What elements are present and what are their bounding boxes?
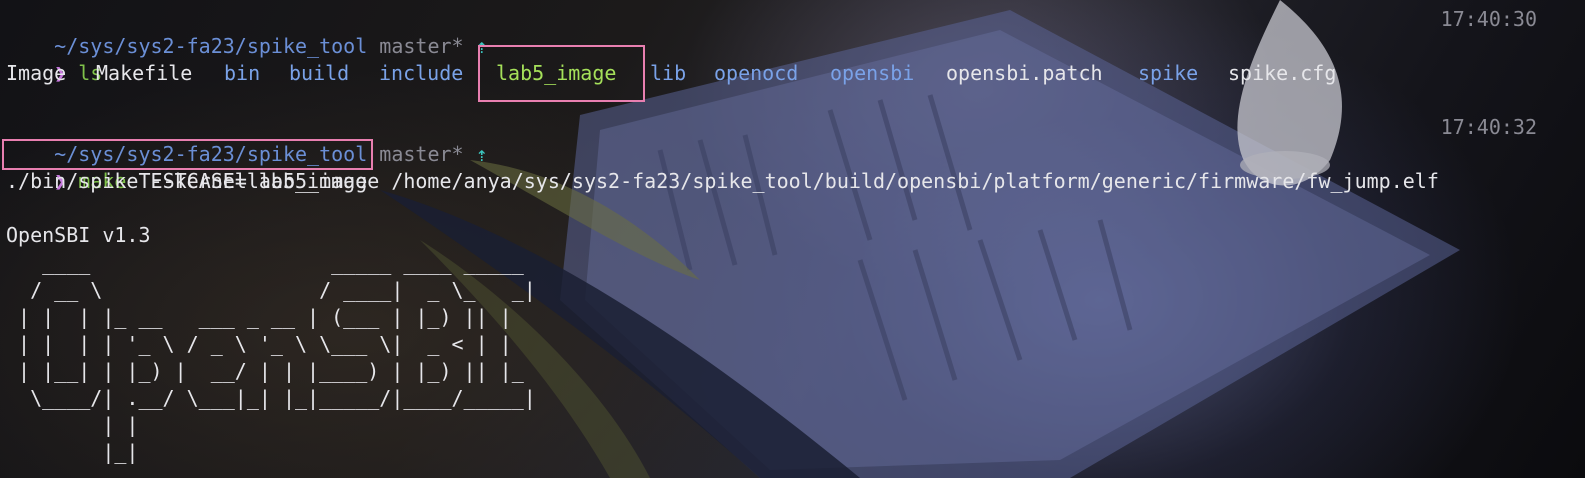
spike-run-command: ./bin/spike --kernel lab5_image /home/an… — [6, 169, 1439, 193]
prompt-header-2: ~/sys/sys2-fa23/spike_tool master* ⇡ — [6, 114, 488, 166]
list-item: include — [379, 61, 464, 85]
git-ahead-icon: ⇡ — [475, 34, 488, 58]
timestamp: 17:40:30 — [1440, 7, 1537, 31]
list-item: lib — [650, 61, 687, 85]
list-item: opensbi — [830, 61, 915, 85]
git-branch: master* — [379, 34, 464, 58]
list-item: bin — [224, 61, 261, 85]
list-item: spike.cfg — [1228, 61, 1337, 85]
command-line-2[interactable]: ❯ make TESTCASE=lab5_image — [6, 141, 367, 193]
list-item: Image — [6, 61, 67, 85]
list-item: openocd — [714, 61, 799, 85]
list-item: lab5_image — [496, 61, 617, 85]
git-ahead-icon: ⇡ — [475, 142, 488, 166]
timestamp: 17:40:32 — [1440, 115, 1537, 139]
git-branch: master* — [379, 142, 464, 166]
prompt-header-1: ~/sys/sys2-fa23/spike_tool master* ⇡ — [6, 6, 488, 58]
ls-output: Image Makefile bin build include lab5_im… — [6, 60, 1506, 87]
list-item: opensbi.patch — [946, 61, 1103, 85]
list-item: build — [289, 61, 350, 85]
command-line-1[interactable]: ❯ ls — [6, 33, 102, 85]
list-item: spike — [1138, 61, 1199, 85]
list-item: Makefile — [96, 61, 193, 85]
terminal-window[interactable]: ~/sys/sys2-fa23/spike_tool master* ⇡ 17:… — [0, 0, 1585, 478]
opensbi-ascii-logo: ____ _____ ____ _____ / __ \ / ____| _ \… — [18, 251, 536, 464]
opensbi-version: OpenSBI v1.3 — [6, 223, 151, 247]
